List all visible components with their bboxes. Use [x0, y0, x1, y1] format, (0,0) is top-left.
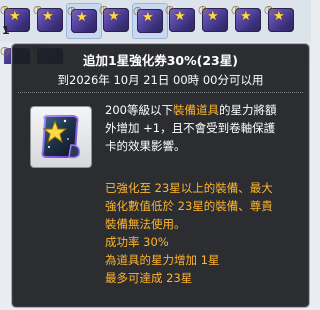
- description-line: 卡的效果影響。: [105, 137, 305, 155]
- star-icon: ★: [42, 9, 54, 24]
- inventory-slot[interactable]: ★ ◷ 1: [0, 3, 34, 37]
- inventory-slot[interactable]: ★ ◷: [33, 3, 67, 37]
- star-icon: ★: [240, 9, 252, 24]
- clock-icon: ◷: [264, 3, 274, 16]
- star-force-scroll-icon: [41, 115, 81, 159]
- restriction-line: 已強化至 23星以上的裝備、最大: [105, 181, 273, 195]
- restriction-line: 強化數值低於 23星的裝備、尊貴: [105, 199, 273, 213]
- inventory-slot[interactable]: ★ ◷: [99, 3, 133, 37]
- description-text: 200等級以下: [105, 103, 173, 117]
- clock-icon: ◷: [165, 3, 175, 16]
- item-restrictions: 已強化至 23星以上的裝備、最大 強化數值低於 23星的裝備、尊貴 裝備無法使用…: [105, 179, 305, 287]
- item-icon-frame: [30, 106, 92, 168]
- item-title: 追加1星強化券30%(23星): [83, 53, 238, 68]
- star-icon: ★: [207, 9, 219, 24]
- description-text: 卡的效果影響。: [105, 139, 186, 153]
- description-line: 200等級以下裝備道具的星力將額: [105, 101, 305, 119]
- inventory-slot[interactable]: ★ ◷: [165, 3, 199, 37]
- inventory-slot-selected[interactable]: ★ ◷: [132, 3, 168, 39]
- success-rate: 成功率 30%: [105, 235, 169, 249]
- description-highlight: 裝備道具: [172, 103, 219, 117]
- restriction-line: 裝備無法使用。: [105, 217, 186, 231]
- max-stars: 最多可達成 23星: [105, 271, 193, 285]
- item-tooltip: 追加1星強化券30%(23星) 到2026年 10月 21日 00時 00分可以…: [11, 43, 310, 308]
- clock-icon: ◷: [198, 3, 208, 16]
- star-icon: ★: [174, 9, 186, 24]
- inventory-slot[interactable]: ★ ◷: [198, 3, 232, 37]
- star-icon: ★: [273, 9, 285, 24]
- star-icon: ★: [142, 10, 154, 25]
- inventory-slot[interactable]: ★ ◷: [264, 3, 298, 37]
- divider: [18, 92, 303, 93]
- clock-icon: ◷: [231, 3, 241, 16]
- clock-icon: ◷: [0, 44, 10, 57]
- star-increase: 為道具的星力增加 1星: [105, 253, 220, 267]
- inventory-slot[interactable]: ★ ◷: [231, 3, 265, 37]
- description-text: 外增加 +1，且不會受到卷軸保護: [105, 121, 276, 135]
- star-icon: ★: [76, 10, 88, 25]
- clock-icon: ◷: [133, 4, 143, 17]
- clock-icon: ◷: [99, 3, 109, 16]
- clock-icon: ◷: [0, 3, 10, 16]
- description-text: 的星力將額: [218, 103, 277, 117]
- star-icon: ★: [108, 9, 120, 24]
- item-quantity: 1: [2, 24, 10, 37]
- inventory-slot-selected[interactable]: ★ ◷: [66, 3, 102, 39]
- star-icon: ★: [9, 9, 21, 24]
- clock-icon: ◷: [33, 3, 43, 16]
- clock-icon: ◷: [67, 4, 77, 17]
- item-description: 200等級以下裝備道具的星力將額 外增加 +1，且不會受到卷軸保護 卡的效果影響…: [105, 101, 305, 155]
- description-line: 外增加 +1，且不會受到卷軸保護: [105, 119, 305, 137]
- item-expiration: 到2026年 10月 21日 00時 00分可以用: [57, 73, 264, 87]
